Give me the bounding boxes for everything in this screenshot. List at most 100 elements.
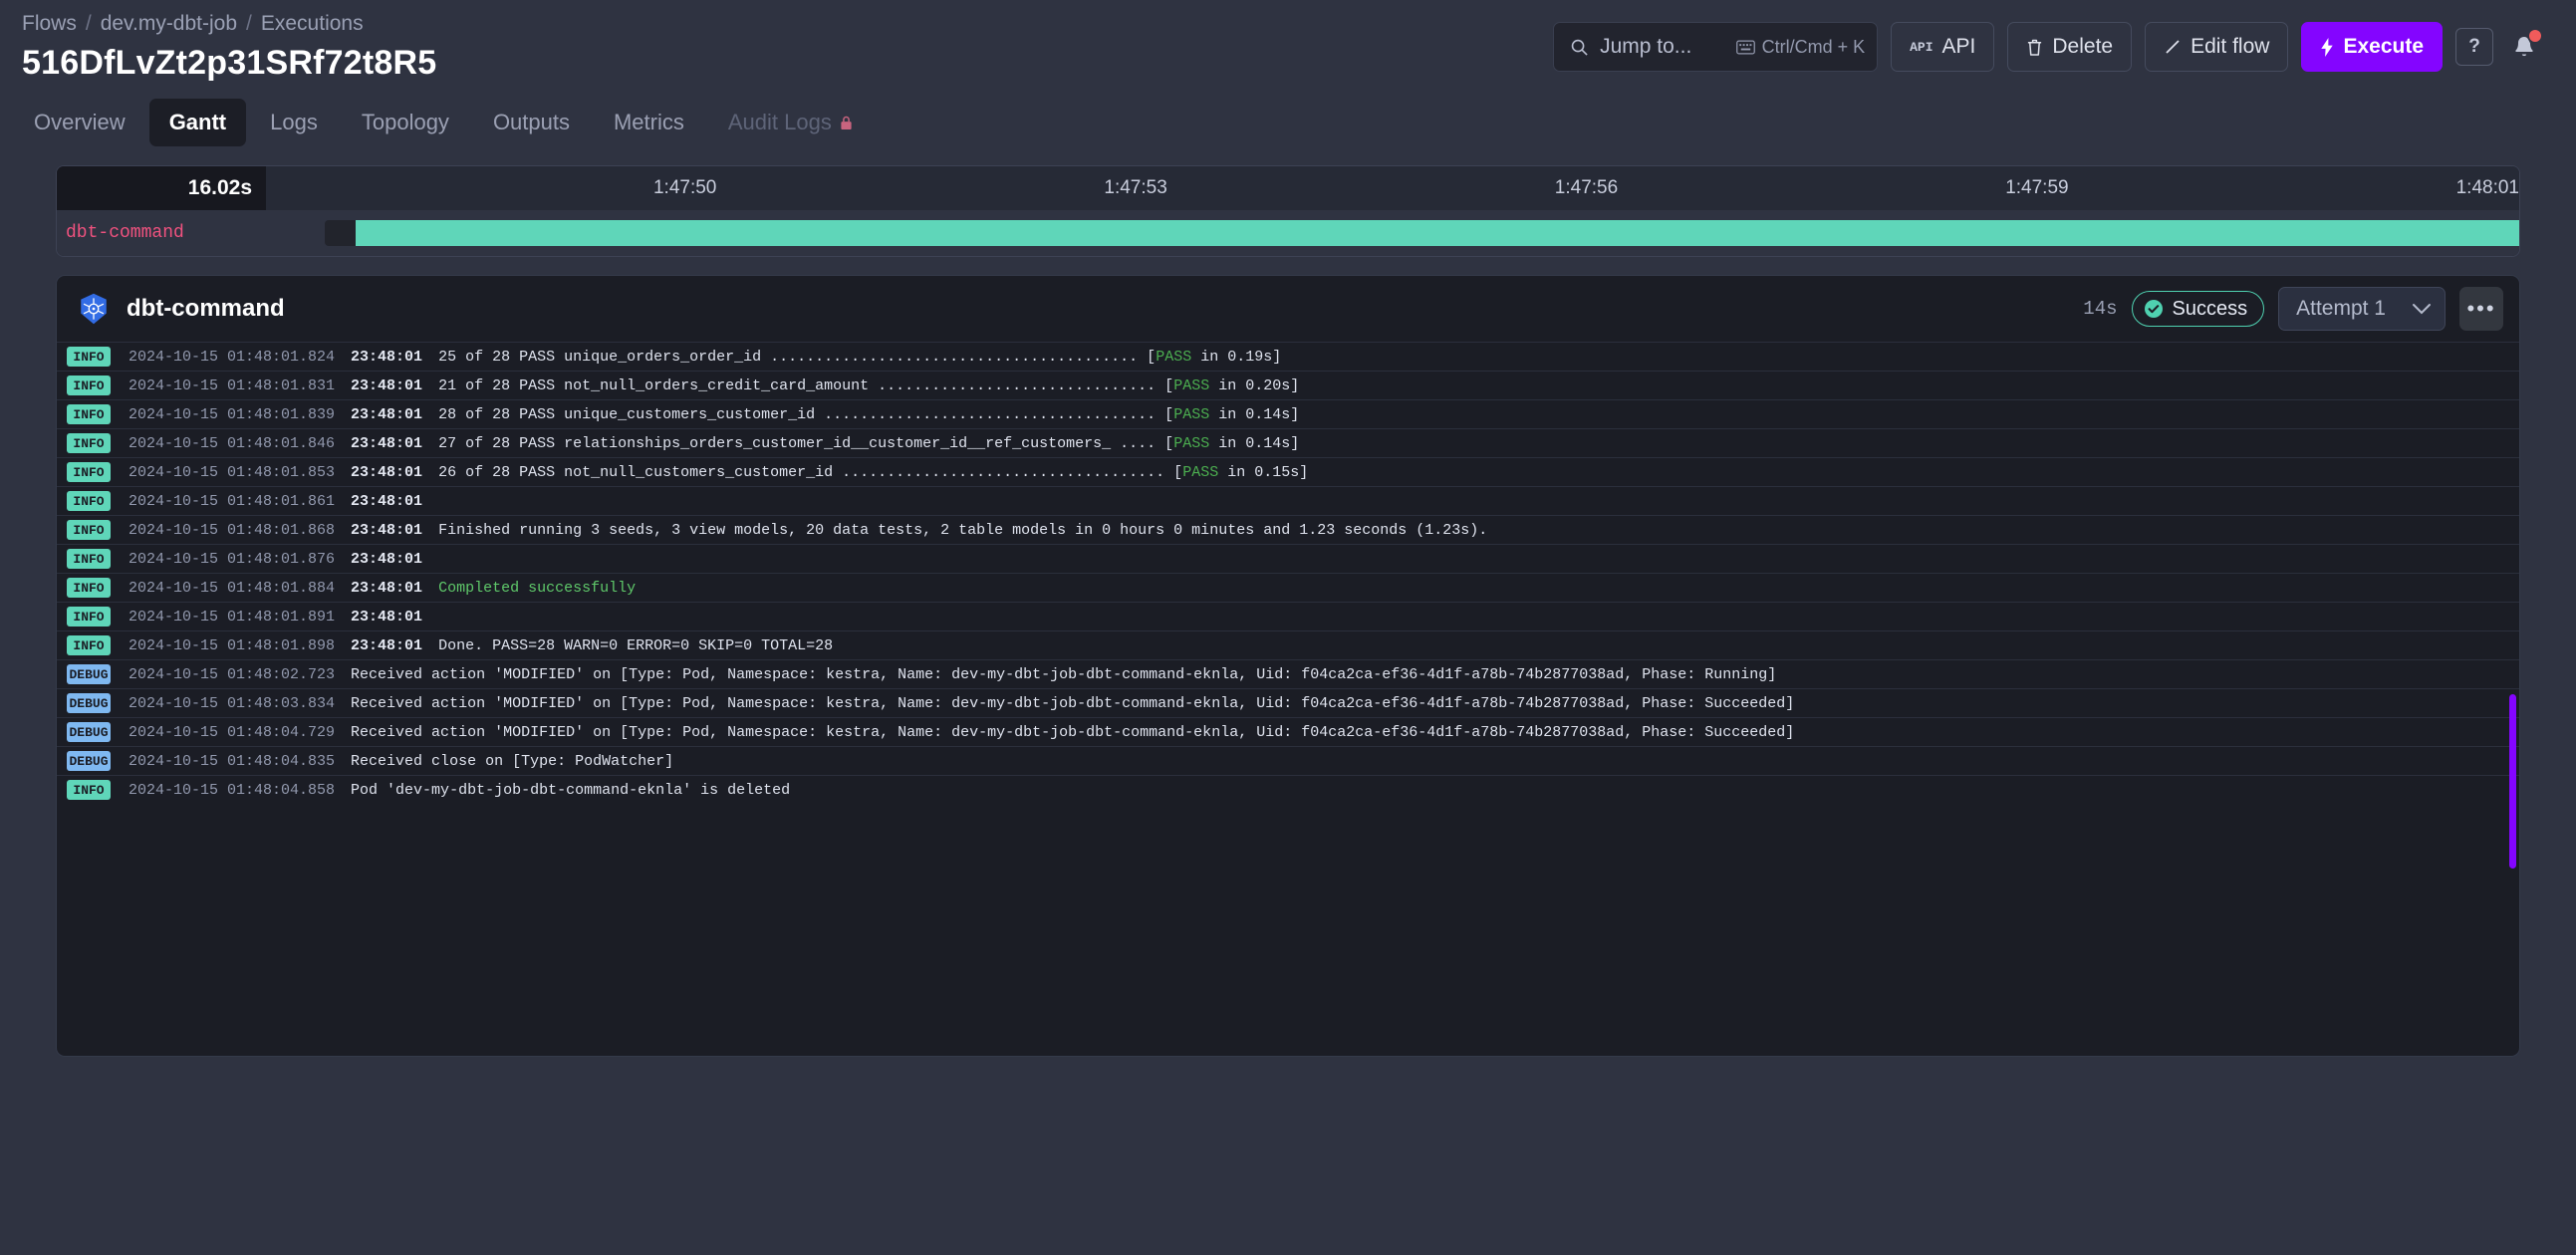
tab-audit-logs: Audit Logs [708, 99, 873, 146]
execute-button[interactable]: Execute [2301, 22, 2443, 72]
status-badge: Success [2131, 291, 2265, 327]
log-level-badge: INFO [67, 404, 111, 424]
delete-button[interactable]: Delete [2007, 22, 2133, 72]
log-level-badge: INFO [67, 520, 111, 540]
help-icon: ? [2468, 36, 2480, 57]
log-row[interactable]: INFO 2024-10-15 01:48:01.846 23:48:01 27 of… [57, 428, 2519, 457]
breadcrumb: Flows / dev.my-dbt-job / Executions [22, 12, 436, 36]
log-level-badge: DEBUG [67, 722, 111, 742]
task-card: dbt-command 14s Success Attempt 1 ••• IN… [56, 275, 2520, 1057]
header-actions: Jump to... Ctrl/Cmd + K API API Delete E… [1553, 22, 2542, 72]
gantt-tick: 1:47:53 [1104, 177, 1167, 198]
tab-label: Outputs [492, 110, 570, 134]
execute-button-label: Execute [2343, 35, 2424, 58]
log-level-badge: INFO [67, 549, 111, 569]
log-pass-token: PASS [1156, 348, 1192, 366]
search-shortcut-label: Ctrl/Cmd + K [1761, 36, 1866, 57]
log-row[interactable]: INFO 2024-10-15 01:48:01.868 23:48:01 Finis… [57, 515, 2519, 544]
gantt-track [266, 220, 2519, 246]
log-time: 23:48:01 [351, 405, 423, 423]
log-time: 23:48:01 [351, 492, 423, 510]
log-list: INFO 2024-10-15 01:48:01.824 23:48:01 25 of… [57, 342, 2519, 804]
gantt-bar-queued[interactable] [324, 220, 357, 246]
log-message: 21 of 28 PASS not_null_orders_credit_car… [438, 376, 1300, 394]
log-level-badge: DEBUG [67, 664, 111, 684]
help-button[interactable]: ? [2455, 28, 2493, 66]
header-left: Flows / dev.my-dbt-job / Executions 516D… [22, 12, 436, 83]
log-message: 27 of 28 PASS relationships_orders_custo… [438, 434, 1300, 452]
edit-flow-button[interactable]: Edit flow [2145, 22, 2289, 72]
log-time: 23:48:01 [351, 636, 423, 654]
log-row[interactable]: INFO 2024-10-15 01:48:01.876 23:48:01 [57, 544, 2519, 573]
log-row[interactable]: INFO 2024-10-15 01:48:01.861 23:48:01 [57, 486, 2519, 515]
log-level-badge: DEBUG [67, 751, 111, 771]
tab-metrics[interactable]: Metrics [594, 99, 704, 146]
search-icon [1571, 39, 1588, 56]
log-time: 23:48:01 [351, 376, 423, 394]
kubernetes-icon [81, 293, 107, 325]
attempt-label: Attempt 1 [2296, 297, 2386, 320]
log-message: Finished running 3 seeds, 3 view models,… [438, 521, 1488, 539]
breadcrumb-item-flow[interactable]: dev.my-dbt-job [101, 12, 237, 36]
gantt-tick: 1:47:59 [2005, 177, 2069, 198]
log-timestamp: 2024-10-15 01:48:04.835 [129, 752, 336, 770]
log-timestamp: 2024-10-15 01:48:01.876 [129, 550, 336, 568]
api-button[interactable]: API API [1891, 22, 1995, 72]
log-row[interactable]: INFO 2024-10-15 01:48:04.858 Pod 'dev-my-d… [57, 775, 2519, 804]
tab-outputs[interactable]: Outputs [473, 99, 590, 146]
tab-label: Logs [270, 110, 318, 134]
task-menu-button[interactable]: ••• [2459, 287, 2503, 331]
api-button-label: API [1941, 35, 1976, 58]
log-row[interactable]: DEBUG 2024-10-15 01:48:03.834 Received act… [57, 688, 2519, 717]
gantt-bar-running[interactable] [356, 220, 2519, 246]
trash-icon [2028, 39, 2042, 56]
log-time: 23:48:01 [351, 463, 423, 481]
log-row[interactable]: INFO 2024-10-15 01:48:01.824 23:48:01 25 of… [57, 342, 2519, 371]
gantt-rows: dbt-command [57, 210, 2519, 256]
log-scrollbar-thumb[interactable] [2509, 694, 2516, 869]
log-timestamp: 2024-10-15 01:48:01.884 [129, 579, 336, 597]
log-timestamp: 2024-10-15 01:48:01.846 [129, 434, 336, 452]
gantt-row[interactable]: dbt-command [57, 210, 2519, 256]
breadcrumb-separator: / [85, 12, 92, 35]
log-row[interactable]: INFO 2024-10-15 01:48:01.898 23:48:01 Done.… [57, 630, 2519, 659]
tab-topology[interactable]: Topology [342, 99, 469, 146]
log-row[interactable]: INFO 2024-10-15 01:48:01.853 23:48:01 26 of… [57, 457, 2519, 486]
log-level-badge: INFO [67, 462, 111, 482]
breadcrumb-item-executions[interactable]: Executions [261, 12, 364, 36]
gantt-tick-axis: 1:47:50 1:47:53 1:47:56 1:47:59 1:48:01 [266, 166, 2519, 210]
log-time: 23:48:01 [351, 434, 423, 452]
tab-label: Audit Logs [727, 110, 832, 134]
log-row[interactable]: INFO 2024-10-15 01:48:01.884 23:48:01 Compl… [57, 573, 2519, 602]
notifications-button[interactable] [2506, 28, 2542, 66]
log-row[interactable]: INFO 2024-10-15 01:48:01.831 23:48:01 21 of… [57, 371, 2519, 399]
attempt-selector[interactable]: Attempt 1 [2278, 287, 2446, 331]
page-title: 516DfLvZt2p31SRf72t8R5 [22, 44, 437, 82]
log-row[interactable]: INFO 2024-10-15 01:48:01.839 23:48:01 28 of… [57, 399, 2519, 428]
log-message: 25 of 28 PASS unique_orders_order_id ...… [438, 348, 1282, 366]
task-menu-icon: ••• [2466, 296, 2496, 321]
log-message: 26 of 28 PASS not_null_customers_custome… [438, 463, 1309, 481]
top-bar: Flows / dev.my-dbt-job / Executions 516D… [0, 0, 2576, 92]
log-message: Done. PASS=28 WARN=0 ERROR=0 SKIP=0 TOTA… [438, 636, 834, 654]
breadcrumb-item-flows[interactable]: Flows [22, 12, 77, 36]
log-row[interactable]: DEBUG 2024-10-15 01:48:02.723 Received act… [57, 659, 2519, 688]
search-input[interactable]: Jump to... Ctrl/Cmd + K [1553, 22, 1879, 72]
tab-gantt[interactable]: Gantt [148, 99, 247, 146]
tab-overview[interactable]: Overview [14, 99, 145, 146]
log-time: 23:48:01 [351, 550, 423, 568]
log-row[interactable]: DEBUG 2024-10-15 01:48:04.729 Received act… [57, 717, 2519, 746]
log-row[interactable]: DEBUG 2024-10-15 01:48:04.835 Received clo… [57, 746, 2519, 775]
gantt-tick: 1:47:56 [1554, 177, 1619, 198]
gantt-tick: 1:48:01 [2455, 177, 2519, 198]
lock-icon [841, 116, 852, 129]
log-time: 23:48:01 [351, 579, 423, 597]
log-row[interactable]: INFO 2024-10-15 01:48:01.891 23:48:01 [57, 602, 2519, 630]
tab-logs[interactable]: Logs [250, 99, 338, 146]
notification-dot [2529, 30, 2541, 42]
log-level-badge: INFO [67, 635, 111, 655]
log-level-badge: INFO [67, 433, 111, 453]
log-message: Received action 'MODIFIED' on [Type: Pod… [351, 723, 1795, 741]
log-time: 23:48:01 [351, 608, 423, 626]
log-level-badge: INFO [67, 780, 111, 800]
